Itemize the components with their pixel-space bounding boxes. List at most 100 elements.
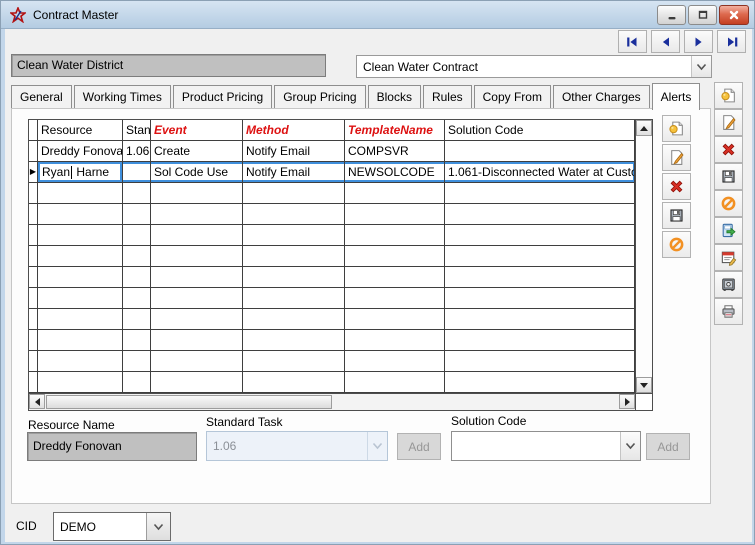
save-button[interactable] (714, 163, 743, 190)
grid-cell[interactable] (38, 246, 123, 266)
grid-cell[interactable] (445, 288, 635, 308)
grid-cell[interactable] (345, 246, 445, 266)
grid-cell[interactable] (445, 330, 635, 350)
tab-product-pricing[interactable]: Product Pricing (173, 85, 272, 108)
grid-cell[interactable] (151, 372, 243, 392)
grid-cell[interactable] (243, 225, 345, 245)
grid-cell[interactable] (38, 288, 123, 308)
grid-cell[interactable]: Notify Email (243, 162, 345, 182)
grid-row-empty[interactable] (29, 288, 635, 309)
contract-dropdown-button[interactable] (691, 56, 711, 77)
nav-previous-record-button[interactable] (651, 30, 680, 53)
solution-code-dropdown-button[interactable] (620, 432, 640, 460)
grid-cell[interactable] (345, 330, 445, 350)
tab-other-charges[interactable]: Other Charges (553, 85, 650, 108)
edit-button[interactable] (662, 144, 691, 171)
grid-cell[interactable] (345, 288, 445, 308)
vertical-scrollbar[interactable] (635, 120, 652, 393)
print-button[interactable] (714, 298, 743, 325)
grid-cell[interactable] (123, 372, 151, 392)
grid-cell[interactable] (345, 309, 445, 329)
grid-cell[interactable] (151, 246, 243, 266)
tab-rules[interactable]: Rules (423, 85, 472, 108)
grid-cell[interactable]: Notify Email (243, 141, 345, 161)
nav-last-record-button[interactable] (717, 30, 746, 53)
cid-dropdown-button[interactable] (146, 513, 170, 540)
grid-cell[interactable] (151, 225, 243, 245)
new-note-button[interactable] (662, 115, 691, 142)
grid-cell[interactable] (243, 267, 345, 287)
safe-button[interactable] (714, 271, 743, 298)
grid-cell[interactable] (243, 330, 345, 350)
district-field[interactable]: Clean Water District (11, 54, 326, 77)
scroll-right-button[interactable] (619, 394, 635, 409)
grid-cell[interactable] (38, 330, 123, 350)
grid-cell[interactable] (151, 351, 243, 371)
grid-cell[interactable]: 1.061-Disconnected Water at Custo (445, 162, 635, 182)
maximize-button[interactable] (688, 5, 717, 25)
grid-cell[interactable] (445, 141, 635, 161)
grid-cell[interactable] (38, 309, 123, 329)
grid-cell[interactable] (445, 267, 635, 287)
grid-cell[interactable] (38, 267, 123, 287)
column-header-standard-task[interactable]: Standard Task (123, 120, 151, 140)
grid-cell[interactable] (123, 162, 151, 182)
minimize-button[interactable] (657, 5, 686, 25)
delete-button[interactable] (662, 173, 691, 200)
column-header-event[interactable]: Event (151, 120, 243, 140)
cid-combobox[interactable]: DEMO (53, 512, 171, 541)
grid-cell[interactable] (243, 351, 345, 371)
grid-cell[interactable]: Create (151, 141, 243, 161)
grid-cell[interactable] (445, 309, 635, 329)
resource-name-field[interactable]: Dreddy Fonovan (27, 432, 197, 461)
grid-cell[interactable] (151, 204, 243, 224)
grid-row-empty[interactable] (29, 351, 635, 372)
grid-cell[interactable] (243, 204, 345, 224)
grid-cell[interactable]: Dreddy Fonovan (38, 141, 123, 161)
grid-row-empty[interactable] (29, 225, 635, 246)
grid-cell[interactable] (38, 183, 123, 203)
cancel-button[interactable] (714, 190, 743, 217)
tab-working-times[interactable]: Working Times (74, 85, 171, 108)
grid-cell[interactable] (123, 330, 151, 350)
grid-cell[interactable] (123, 309, 151, 329)
grid-cell[interactable] (445, 204, 635, 224)
nav-first-record-button[interactable] (618, 30, 647, 53)
grid-cell[interactable] (123, 225, 151, 245)
grid-cell[interactable] (345, 204, 445, 224)
grid-cell[interactable] (38, 372, 123, 392)
horizontal-scrollbar[interactable] (29, 393, 635, 410)
scroll-left-button[interactable] (29, 394, 45, 409)
titlebar[interactable]: Contract Master (1, 1, 755, 29)
grid-cell[interactable] (445, 183, 635, 203)
grid-cell[interactable] (445, 225, 635, 245)
edit-button[interactable] (714, 109, 743, 136)
grid-cell[interactable] (445, 372, 635, 392)
grid-cell[interactable] (445, 351, 635, 371)
nav-next-record-button[interactable] (684, 30, 713, 53)
column-header-templatename[interactable]: TemplateName (345, 120, 445, 140)
grid-row-ryan-harne[interactable]: ▶Ryan HarneSol Code UseNotify EmailNEWSO… (29, 162, 635, 183)
grid-cell[interactable] (151, 183, 243, 203)
grid-cell[interactable] (243, 183, 345, 203)
grid-cell[interactable] (345, 225, 445, 245)
contract-combobox[interactable]: Clean Water Contract (356, 55, 712, 78)
grid-cell[interactable]: 1.06- (123, 141, 151, 161)
grid-cell[interactable] (151, 309, 243, 329)
grid-row-empty[interactable] (29, 183, 635, 204)
column-header-resource[interactable]: Resource (38, 120, 123, 140)
grid-cell[interactable]: NEWSOLCODE (345, 162, 445, 182)
exit-button[interactable] (714, 217, 743, 244)
calendar-edit-button[interactable] (714, 244, 743, 271)
grid-cell[interactable] (151, 267, 243, 287)
grid-cell[interactable] (38, 204, 123, 224)
grid-cell[interactable] (123, 204, 151, 224)
horizontal-scroll-thumb[interactable] (46, 395, 332, 409)
grid-cell[interactable]: Sol Code Use (151, 162, 243, 182)
grid-cell[interactable] (123, 246, 151, 266)
column-header-method[interactable]: Method (243, 120, 345, 140)
grid-cell[interactable]: COMPSVR (345, 141, 445, 161)
tab-blocks[interactable]: Blocks (368, 85, 421, 108)
grid-row-dreddy-fonovan[interactable]: Dreddy Fonovan1.06-CreateNotify EmailCOM… (29, 141, 635, 162)
grid-cell[interactable] (151, 288, 243, 308)
